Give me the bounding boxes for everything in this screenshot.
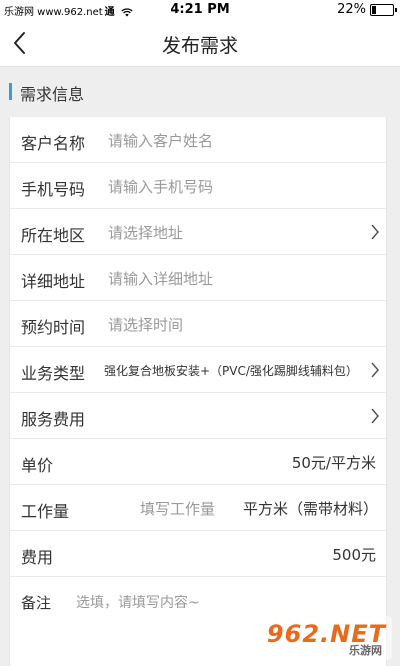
customer-name-row[interactable]: 客户名称 请输入客户姓名 [10, 117, 386, 163]
region-label: 所在地区 [21, 226, 86, 245]
workload-label: 工作量 [21, 502, 70, 521]
status-battery: 22% [337, 2, 397, 17]
nav-bar: 发布需求 [0, 20, 400, 67]
section-header: 需求信息 [0, 67, 400, 117]
business-type-value[interactable]: 强化复合地板安装+（PVC/强化踢脚线辅料包） [104, 362, 358, 379]
battery-percent: 22% [337, 2, 366, 17]
watermark-sub-text: 乐游网 [349, 644, 382, 657]
workload-input[interactable]: 填写工作量 [140, 498, 215, 519]
region-select[interactable]: 请选择地址 [108, 222, 183, 243]
address-label: 详细地址 [21, 272, 86, 291]
workload-row[interactable]: 工作量 填写工作量 平方米（需带材料） [10, 485, 386, 531]
appointment-label: 预约时间 [21, 318, 86, 337]
chevron-right-icon [371, 224, 379, 240]
page-title: 发布需求 [161, 35, 238, 57]
unit-price-value: 50元/平方米 [291, 454, 376, 472]
fee-label: 费用 [21, 548, 54, 567]
workload-unit: 平方米（需带材料） [242, 500, 378, 518]
chevron-right-icon [371, 362, 379, 378]
business-type-row[interactable]: 业务类型 强化复合地板安装+（PVC/强化踢脚线辅料包） [10, 347, 386, 393]
site-watermark: 962.NET 乐游网 [267, 616, 392, 660]
phone-row[interactable]: 手机号码 请输入手机号码 [10, 163, 386, 209]
status-bar: 乐游网 www.962.net 通 4:21 PM 22% [0, 0, 400, 20]
fee-row: 费用 500元 [10, 531, 386, 577]
region-row[interactable]: 所在地区 请选择地址 [10, 209, 386, 255]
appointment-row[interactable]: 预约时间 请选择时间 [10, 301, 386, 347]
battery-fill [372, 5, 376, 14]
service-fee-row[interactable]: 服务费用 [10, 393, 386, 439]
remark-textarea[interactable]: 选填，请填写内容~ [76, 592, 200, 612]
address-row[interactable]: 详细地址 请输入详细地址 [10, 255, 386, 301]
customer-name-input[interactable]: 请输入客户姓名 [108, 130, 213, 151]
fee-value: 500元 [332, 546, 376, 564]
demand-form: 客户名称 请输入客户姓名 手机号码 请输入手机号码 所在地区 请选择地址 详细地… [9, 117, 387, 666]
phone-label: 手机号码 [21, 180, 86, 199]
phone-input[interactable]: 请输入手机号码 [108, 176, 213, 197]
battery-icon [370, 3, 397, 16]
unit-price-row: 单价 50元/平方米 [10, 439, 386, 485]
customer-name-label: 客户名称 [21, 134, 86, 153]
address-input[interactable]: 请输入详细地址 [108, 268, 213, 289]
unit-price-label: 单价 [21, 456, 54, 475]
section-accent-bar [9, 83, 12, 100]
appointment-select[interactable]: 请选择时间 [108, 314, 183, 335]
remark-label: 备注 [21, 594, 52, 612]
chevron-right-icon [371, 408, 379, 424]
business-type-label: 业务类型 [21, 364, 86, 383]
section-title: 需求信息 [20, 85, 85, 104]
service-fee-label: 服务费用 [21, 410, 86, 429]
